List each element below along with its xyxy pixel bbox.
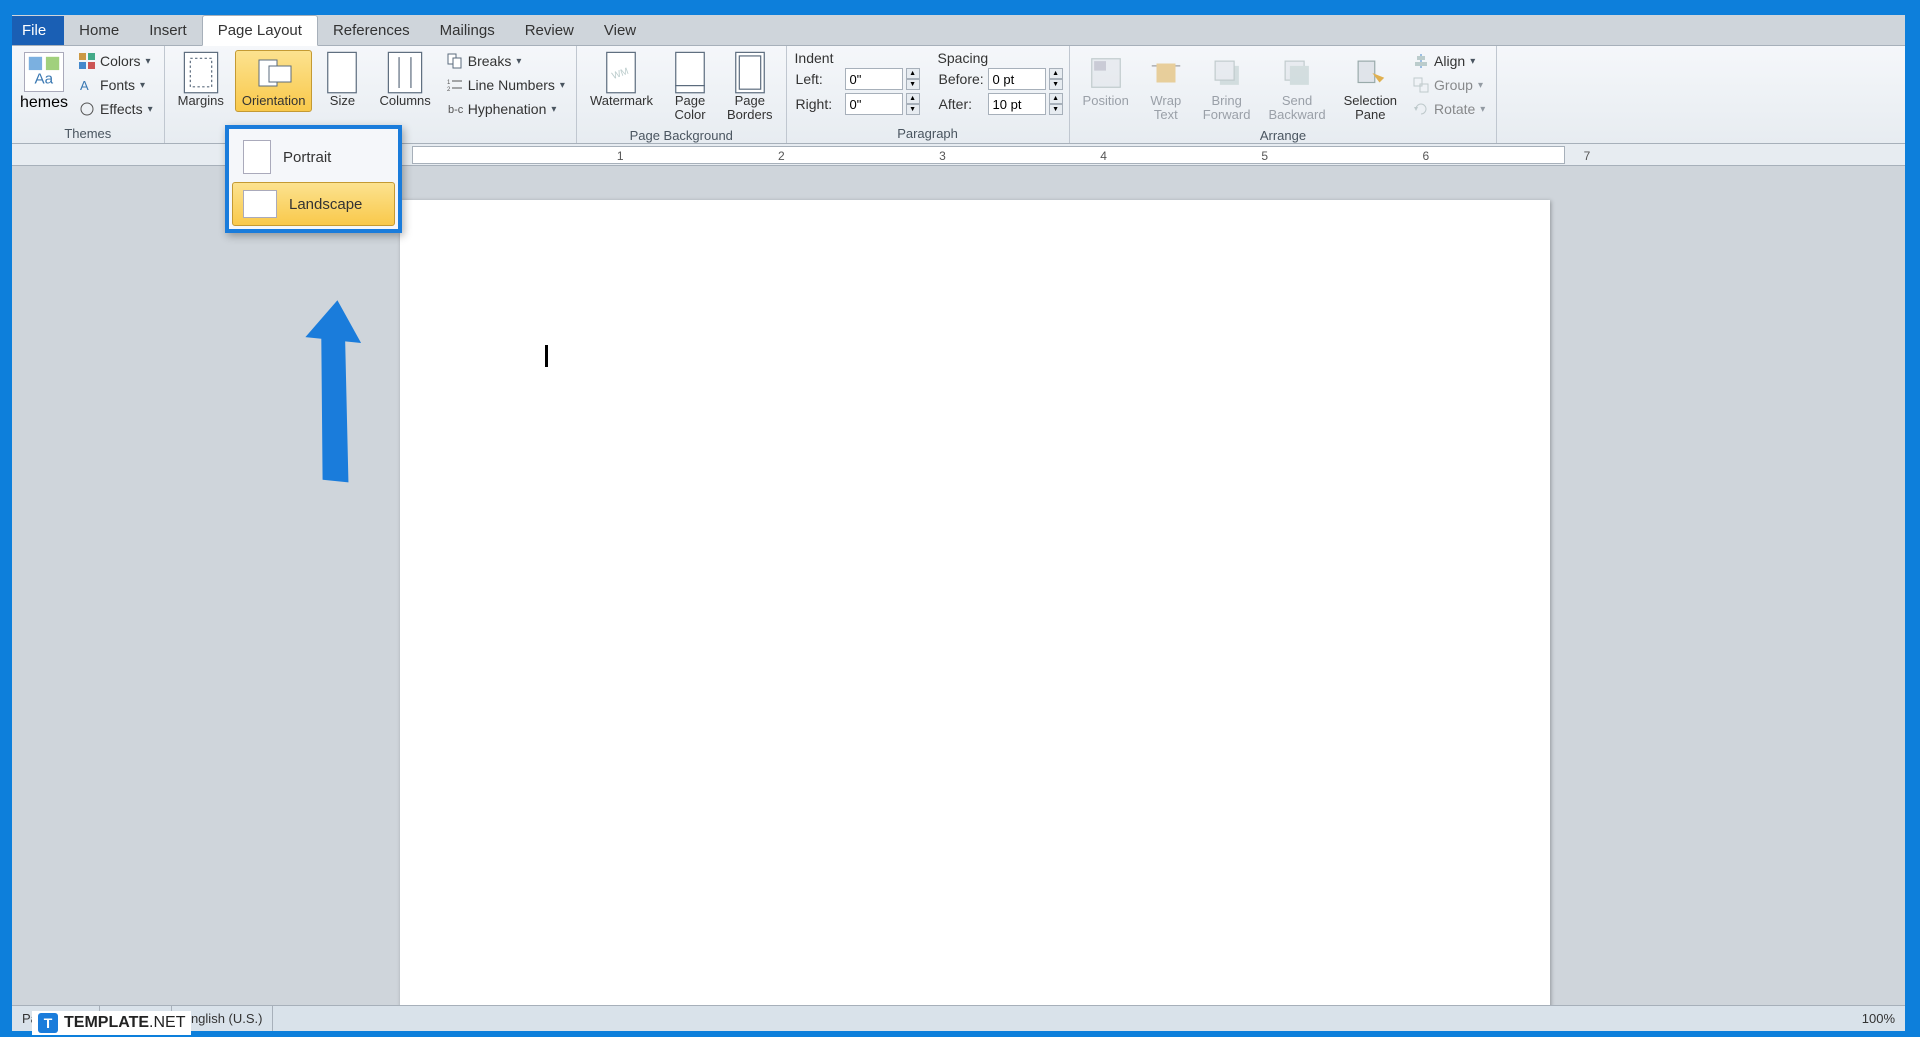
indent-left-spinner[interactable]: ▲▼ (906, 68, 920, 90)
columns-icon (386, 54, 424, 92)
rotate-button[interactable]: Rotate (1408, 98, 1490, 120)
hyphenation-icon: b-c (447, 101, 463, 117)
group-page-background: WM Watermark Page Color Page Borders Pag… (577, 46, 787, 143)
indent-left-label: Left: (796, 71, 842, 87)
status-zoom[interactable]: 100% (1862, 1011, 1905, 1026)
watermark-icon: WM (602, 54, 640, 92)
text-cursor (545, 345, 548, 367)
orientation-landscape[interactable]: Landscape (232, 182, 395, 226)
tab-home[interactable]: Home (64, 16, 134, 45)
colors-button[interactable]: Colors (74, 50, 158, 72)
hyphenation-button[interactable]: b-cHyphenation (442, 98, 570, 120)
portrait-icon (243, 140, 271, 174)
indent-left-input[interactable] (845, 68, 903, 90)
watermark-button[interactable]: WM Watermark (583, 50, 660, 112)
page-borders-button[interactable]: Page Borders (720, 50, 780, 126)
group-icon (1413, 77, 1429, 93)
document-area: 1 2 3 4 5 6 7 (12, 144, 1905, 1005)
align-icon (1413, 53, 1429, 69)
line-numbers-button[interactable]: 12Line Numbers (442, 74, 570, 96)
svg-text:A: A (80, 78, 89, 93)
orientation-icon (255, 54, 293, 92)
template-net-icon: T (38, 1013, 58, 1033)
wrap-text-button[interactable]: Wrap Text (1140, 50, 1192, 126)
svg-text:1: 1 (447, 80, 451, 86)
tab-file[interactable]: File (12, 16, 64, 45)
bring-forward-button[interactable]: Bring Forward (1196, 50, 1258, 126)
orientation-portrait[interactable]: Portrait (232, 132, 395, 182)
tab-page-layout[interactable]: Page Layout (202, 15, 318, 46)
themes-button[interactable]: Aa hemes (18, 50, 70, 114)
annotation-arrow (300, 300, 390, 500)
indent-header: Indent (793, 50, 920, 68)
bring-forward-icon (1208, 54, 1246, 92)
spacing-before-label: Before: (939, 71, 985, 87)
indent-right-label: Right: (796, 96, 842, 112)
position-icon (1087, 54, 1125, 92)
tab-insert[interactable]: Insert (134, 16, 202, 45)
group-themes: Aa hemes Colors AFonts Effects Themes (12, 46, 165, 143)
tab-view[interactable]: View (589, 16, 651, 45)
effects-icon (79, 101, 95, 117)
selection-pane-icon (1351, 54, 1389, 92)
status-bar: Page 1 of 1 Words: 0 English (U.S.) 100% (12, 1005, 1905, 1031)
group-paragraph: Indent Left: ▲▼ Right: ▲▼ Sp (787, 46, 1070, 143)
send-backward-button[interactable]: Send Backward (1261, 50, 1332, 126)
page-color-icon (671, 54, 709, 92)
effects-button[interactable]: Effects (74, 98, 158, 120)
wrap-text-icon (1147, 54, 1185, 92)
selection-pane-button[interactable]: Selection Pane (1337, 50, 1404, 126)
group-button[interactable]: Group (1408, 74, 1490, 96)
indent-right-spinner[interactable]: ▲▼ (906, 93, 920, 115)
page-borders-icon (731, 54, 769, 92)
columns-button[interactable]: Columns (372, 50, 437, 112)
fonts-icon: A (79, 77, 95, 93)
svg-text:b-c: b-c (448, 104, 463, 116)
position-button[interactable]: Position (1076, 50, 1136, 112)
tab-review[interactable]: Review (510, 16, 589, 45)
group-label-themes: Themes (18, 124, 158, 141)
send-backward-icon (1278, 54, 1316, 92)
tab-mailings[interactable]: Mailings (425, 16, 510, 45)
tab-references[interactable]: References (318, 16, 425, 45)
landscape-icon (243, 190, 277, 218)
ribbon-tabbar: File Home Insert Page Layout References … (12, 15, 1905, 46)
group-label-page-background: Page Background (583, 126, 780, 143)
template-net-watermark: T TEMPLATE.NET (32, 1011, 191, 1035)
orientation-button[interactable]: Orientation (235, 50, 313, 112)
breaks-button[interactable]: Breaks (442, 50, 570, 72)
group-arrange: Position Wrap Text Bring Forward Send Ba… (1070, 46, 1498, 143)
svg-text:Aa: Aa (35, 70, 54, 87)
margins-icon (182, 54, 220, 92)
group-label-arrange: Arrange (1076, 126, 1491, 143)
group-label-paragraph: Paragraph (793, 124, 1063, 141)
orientation-dropdown: Portrait Landscape (225, 125, 402, 233)
spacing-after-spinner[interactable]: ▲▼ (1049, 93, 1063, 115)
page-color-button[interactable]: Page Color (664, 50, 716, 126)
spacing-after-input[interactable] (988, 93, 1046, 115)
spacing-header: Spacing (936, 50, 1063, 68)
breaks-icon (447, 53, 463, 69)
spacing-before-input[interactable] (988, 68, 1046, 90)
align-button[interactable]: Align (1408, 50, 1490, 72)
spacing-after-label: After: (939, 96, 985, 112)
fonts-button[interactable]: AFonts (74, 74, 158, 96)
margins-button[interactable]: Margins (171, 50, 231, 112)
document-page[interactable] (400, 200, 1550, 1005)
line-numbers-icon: 12 (447, 77, 463, 93)
svg-text:2: 2 (447, 87, 451, 93)
size-button[interactable]: Size (316, 50, 368, 112)
size-icon (323, 54, 361, 92)
colors-icon (79, 53, 95, 69)
indent-right-input[interactable] (845, 93, 903, 115)
spacing-before-spinner[interactable]: ▲▼ (1049, 68, 1063, 90)
rotate-icon (1413, 101, 1429, 117)
